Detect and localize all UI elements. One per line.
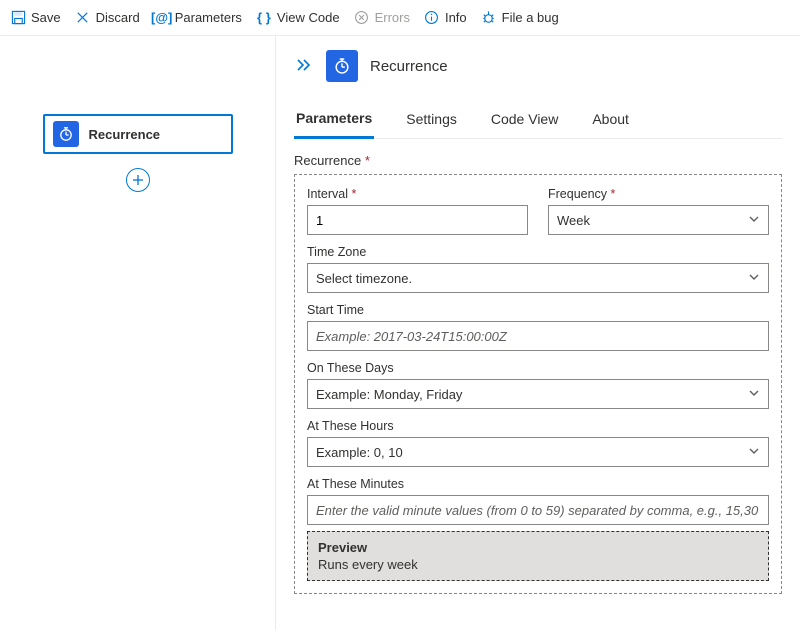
- timezone-select[interactable]: Select timezone.: [307, 263, 769, 293]
- form-area: Recurrence Interval Frequency Week: [294, 139, 782, 594]
- recurrence-node-title: Recurrence: [89, 127, 161, 142]
- interval-label: Interval: [307, 187, 528, 201]
- recurrence-node-icon: [53, 121, 79, 147]
- code-icon: { }: [256, 10, 272, 26]
- errors-button: Errors: [354, 10, 410, 26]
- timezone-label: Time Zone: [307, 245, 769, 259]
- timezone-value: Select timezone.: [316, 271, 412, 286]
- save-label: Save: [31, 10, 61, 25]
- add-step-button[interactable]: [126, 168, 150, 192]
- recurrence-section-label: Recurrence: [294, 153, 782, 168]
- save-button[interactable]: Save: [10, 10, 61, 26]
- recurrence-node[interactable]: Recurrence: [43, 114, 233, 154]
- file-bug-button[interactable]: File a bug: [481, 10, 559, 26]
- chevron-down-icon: [748, 445, 760, 460]
- frequency-label: Frequency: [548, 187, 769, 201]
- parameters-button[interactable]: [@] Parameters: [154, 10, 242, 26]
- chevron-down-icon: [748, 271, 760, 286]
- info-label: Info: [445, 10, 467, 25]
- discard-label: Discard: [96, 10, 140, 25]
- tab-about[interactable]: About: [590, 100, 631, 138]
- recurrence-fields: Interval Frequency Week Time Zone S: [294, 174, 782, 594]
- panel-header: Recurrence: [294, 36, 782, 90]
- file-bug-label: File a bug: [502, 10, 559, 25]
- errors-label: Errors: [375, 10, 410, 25]
- tab-parameters[interactable]: Parameters: [294, 100, 374, 139]
- canvas: Recurrence: [0, 36, 275, 630]
- panel-recurrence-icon: [326, 50, 358, 82]
- discard-button[interactable]: Discard: [75, 10, 140, 26]
- start-time-label: Start Time: [307, 303, 769, 317]
- days-select[interactable]: Example: Monday, Friday: [307, 379, 769, 409]
- chevron-down-icon: [748, 387, 760, 402]
- errors-icon: [354, 10, 370, 26]
- bug-icon: [481, 10, 497, 26]
- chevron-double-right-icon: [296, 58, 312, 72]
- save-icon: [10, 10, 26, 26]
- hours-value: Example: 0, 10: [316, 445, 403, 460]
- interval-input[interactable]: [307, 205, 528, 235]
- frequency-select[interactable]: Week: [548, 205, 769, 235]
- start-time-input[interactable]: [307, 321, 769, 351]
- minutes-label: At These Minutes: [307, 477, 769, 491]
- preview-text: Runs every week: [318, 557, 758, 572]
- panel-title: Recurrence: [370, 58, 448, 75]
- chevron-down-icon: [748, 213, 760, 228]
- info-icon: [424, 10, 440, 26]
- collapse-panel-button[interactable]: [294, 56, 314, 77]
- hours-select[interactable]: Example: 0, 10: [307, 437, 769, 467]
- view-code-label: View Code: [277, 10, 340, 25]
- toolbar: Save Discard [@] Parameters { } View Cod…: [0, 0, 800, 36]
- info-button[interactable]: Info: [424, 10, 467, 26]
- details-panel: Recurrence Parameters Settings Code View…: [275, 36, 800, 630]
- view-code-button[interactable]: { } View Code: [256, 10, 340, 26]
- frequency-value: Week: [557, 213, 590, 228]
- days-label: On These Days: [307, 361, 769, 375]
- plus-icon: [132, 174, 144, 186]
- hours-label: At These Hours: [307, 419, 769, 433]
- preview-box: Preview Runs every week: [307, 531, 769, 581]
- preview-title: Preview: [318, 540, 758, 555]
- panel-tabs: Parameters Settings Code View About: [294, 100, 782, 139]
- minutes-input[interactable]: [307, 495, 769, 525]
- discard-icon: [75, 10, 91, 26]
- parameters-icon: [@]: [154, 10, 170, 26]
- tab-settings[interactable]: Settings: [404, 100, 459, 138]
- workspace: Recurrence Recurrence Parameters Setting…: [0, 36, 800, 630]
- tab-code-view[interactable]: Code View: [489, 100, 560, 138]
- parameters-label: Parameters: [175, 10, 242, 25]
- days-value: Example: Monday, Friday: [316, 387, 462, 402]
